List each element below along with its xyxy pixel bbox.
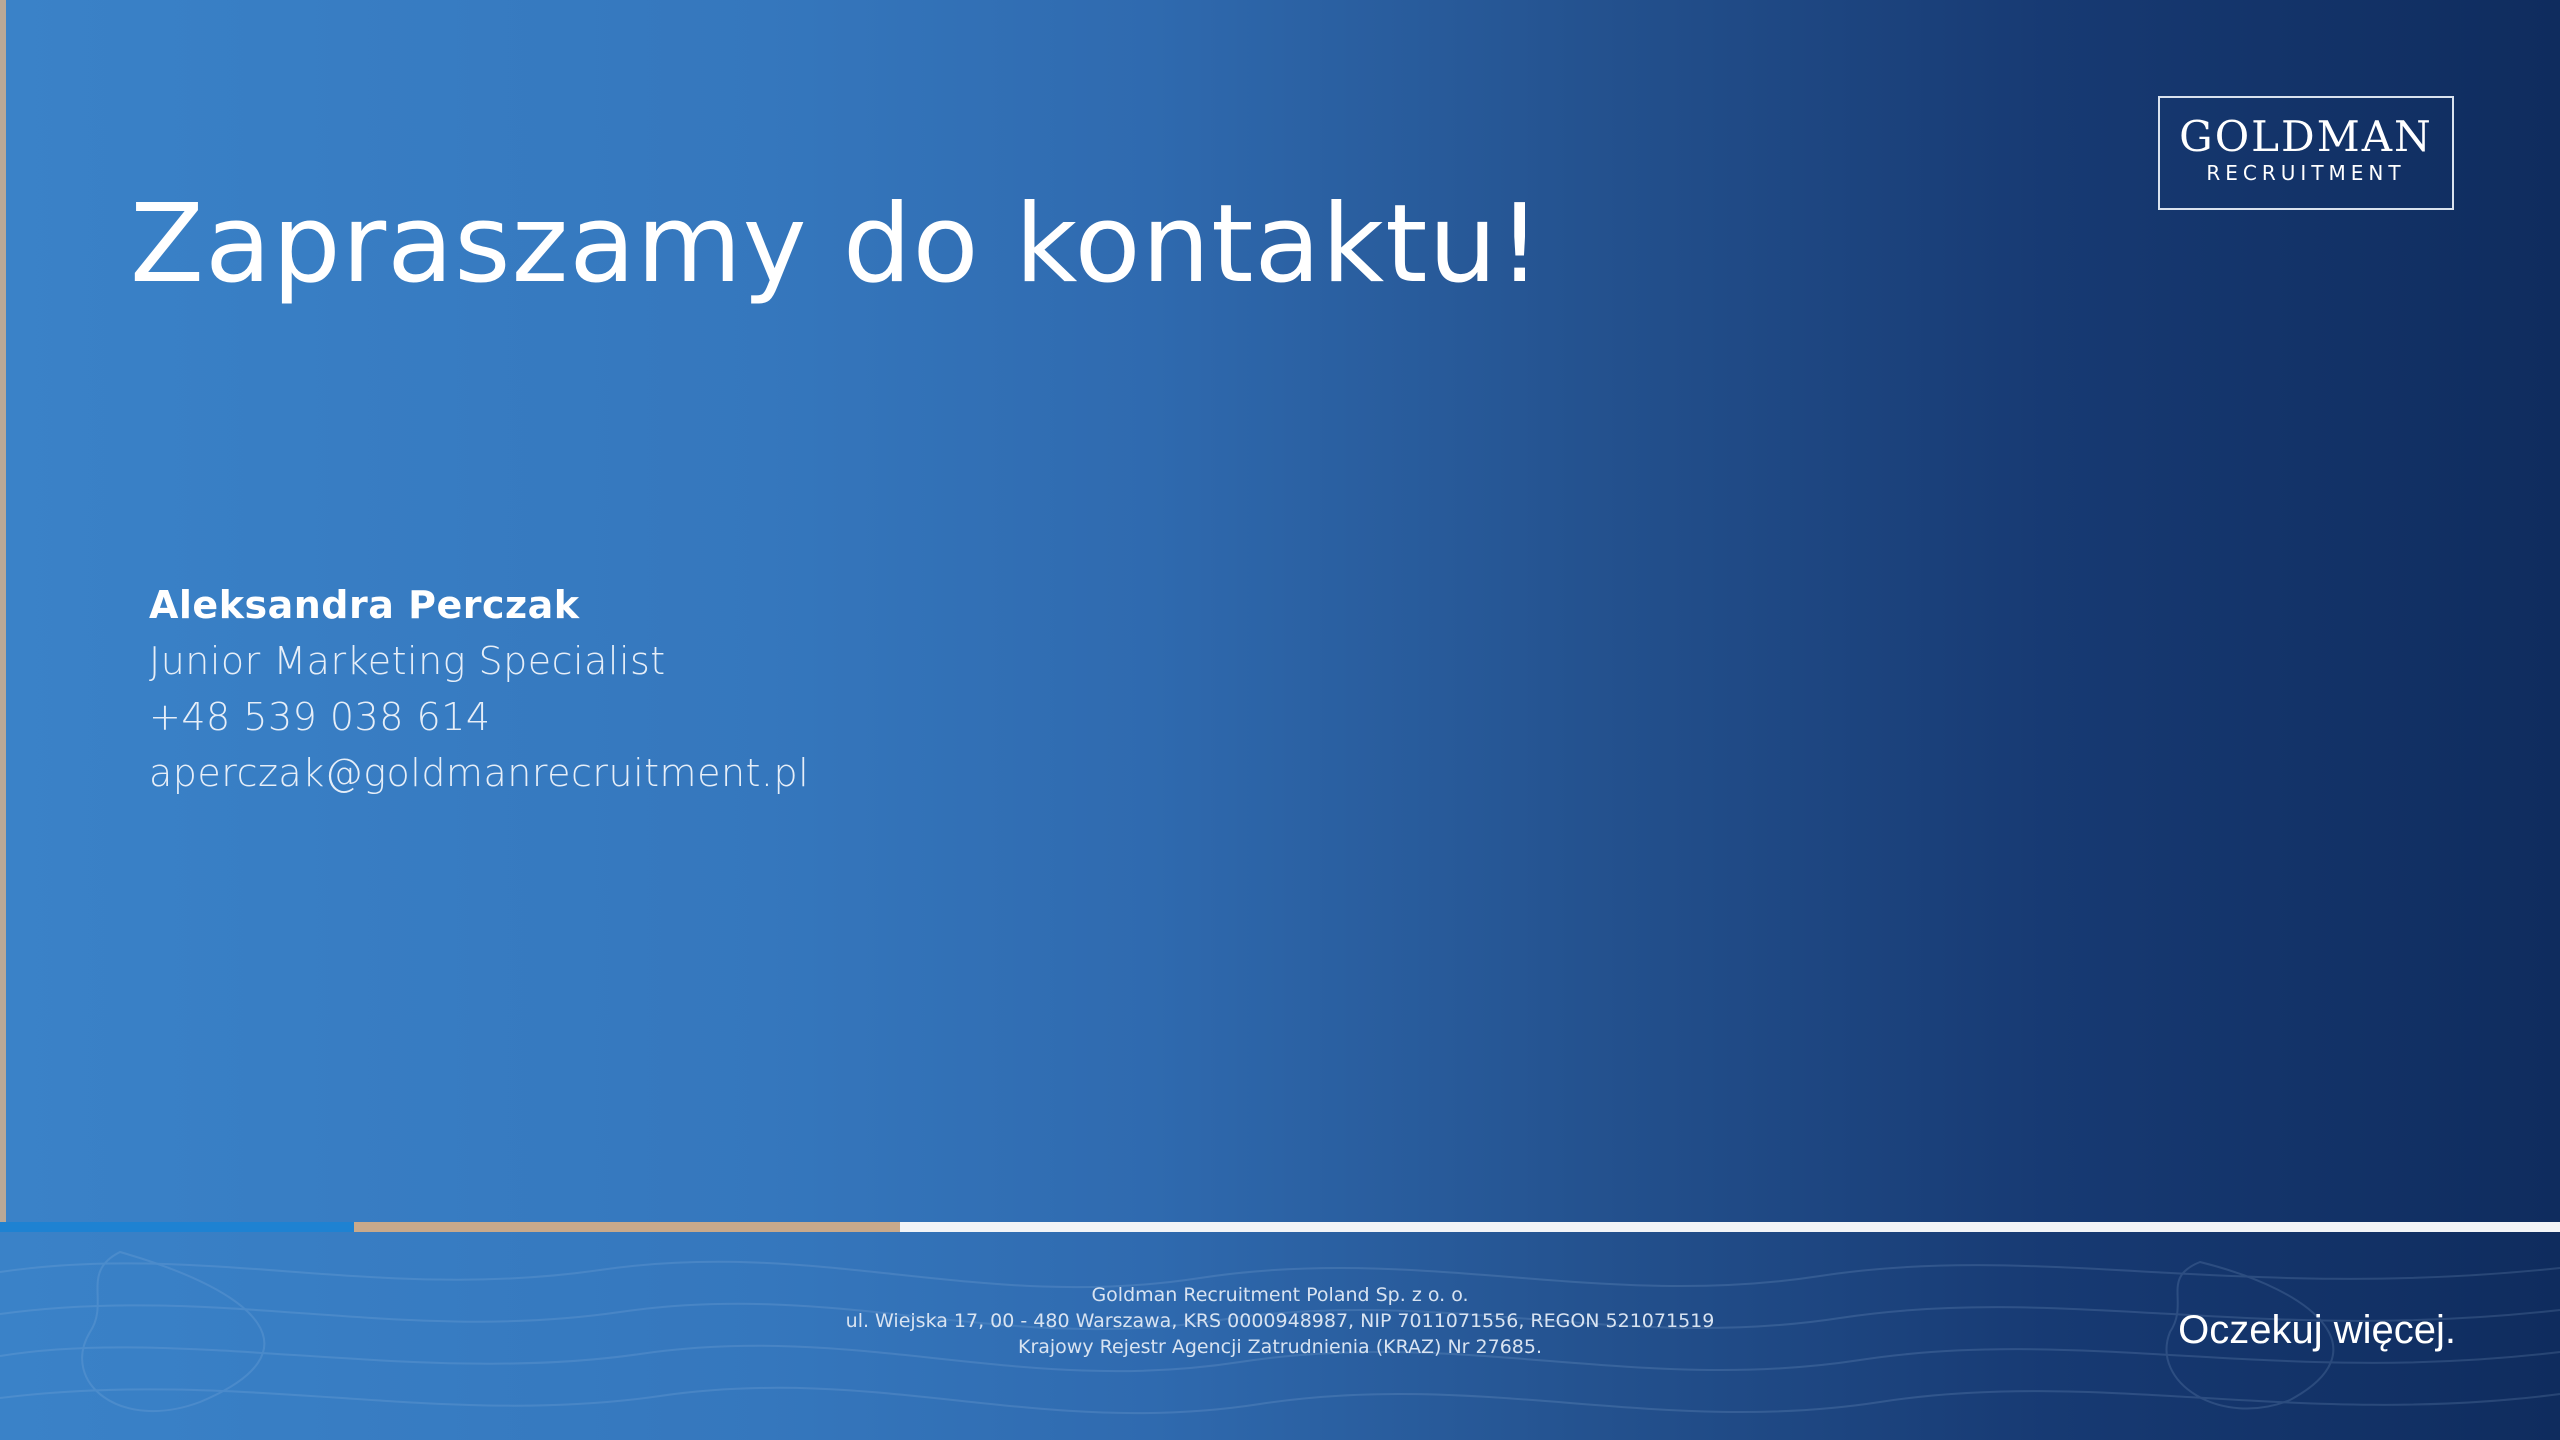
footer-tagline: Oczekuj więcej. — [2178, 1308, 2456, 1352]
contact-role: Junior Marketing Specialist — [149, 639, 666, 683]
contact-card: Aleksandra Perczak Junior Marketing Spec… — [149, 577, 809, 801]
contact-phone[interactable]: +48 539 038 614 — [149, 689, 809, 745]
company-logo: GOLDMAN RECRUITMENT — [2158, 96, 2454, 210]
logo-subtitle: RECRUITMENT — [2206, 161, 2406, 185]
stripe-segment-tan — [354, 1222, 900, 1232]
stripe-segment-blue — [0, 1222, 354, 1232]
stripe-segment-white — [900, 1222, 2560, 1232]
slide-title: Zapraszamy do kontaktu! — [130, 182, 1543, 307]
legal-registry: Krajowy Rejestr Agencji Zatrudnienia (KR… — [1017, 1336, 1543, 1358]
legal-address: ul. Wiejska 17, 00 - 480 Warszawa, KRS 0… — [845, 1310, 1715, 1332]
contact-name: Aleksandra Perczak — [149, 583, 580, 627]
legal-info: Goldman Recruitment Poland Sp. z o. o. u… — [0, 1282, 2560, 1360]
slide-footer: Goldman Recruitment Poland Sp. z o. o. u… — [0, 1232, 2560, 1440]
contact-email[interactable]: aperczak@goldmanrecruitment.pl — [149, 745, 809, 801]
presentation-slide: Zapraszamy do kontaktu! GOLDMAN RECRUITM… — [0, 0, 2560, 1440]
legal-company: Goldman Recruitment Poland Sp. z o. o. — [1091, 1284, 1469, 1306]
divider-stripe — [0, 1222, 2560, 1232]
logo-wordmark: GOLDMAN — [2179, 112, 2433, 161]
left-edge-accent — [0, 0, 6, 1222]
